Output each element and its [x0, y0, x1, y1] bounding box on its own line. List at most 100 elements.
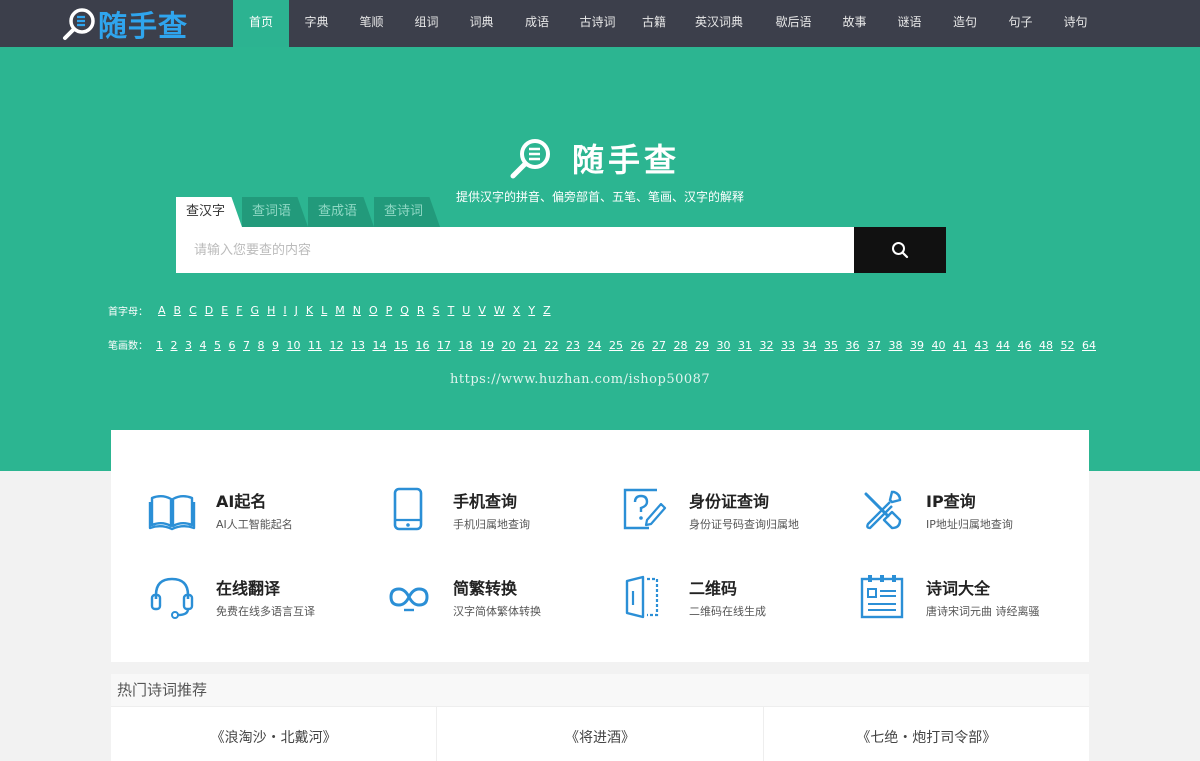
initial-letter-link[interactable]: V	[478, 304, 486, 317]
site-logo[interactable]: 随手查	[62, 6, 188, 43]
tab-ciyu[interactable]: 查词语	[242, 197, 308, 227]
tool-ai-naming[interactable]: AI起名 AI人工智能起名	[148, 486, 378, 546]
stroke-count-link[interactable]: 43	[975, 339, 989, 352]
stroke-count-link[interactable]: 38	[889, 339, 903, 352]
initial-letter-link[interactable]: J	[295, 304, 298, 317]
initial-letter-link[interactable]: L	[321, 304, 327, 317]
stroke-count-link[interactable]: 27	[652, 339, 666, 352]
initial-letter-link[interactable]: Q	[400, 304, 409, 317]
initial-letter-link[interactable]: P	[386, 304, 393, 317]
hot-poem-item[interactable]: 《浪淘沙・北戴河》	[111, 707, 438, 761]
stroke-count-link[interactable]: 46	[1018, 339, 1032, 352]
initial-letter-link[interactable]: F	[236, 304, 242, 317]
hot-poem-item[interactable]: 《将进酒》	[437, 707, 764, 761]
initial-letter-link[interactable]: X	[513, 304, 521, 317]
nav-item-yinghan-cidian[interactable]: 英汉词典	[678, 0, 760, 47]
stroke-count-link[interactable]: 20	[502, 339, 516, 352]
stroke-count-link[interactable]: 4	[200, 339, 207, 352]
nav-item-xiehouyu[interactable]: 歇后语	[760, 0, 827, 47]
nav-item-juzi[interactable]: 句子	[993, 0, 1048, 47]
nav-item-bishun[interactable]: 笔顺	[344, 0, 399, 47]
stroke-count-link[interactable]: 30	[717, 339, 731, 352]
tool-qrcode[interactable]: 二维码 二维码在线生成	[621, 573, 851, 633]
hot-poem-item[interactable]: 《七绝・炮打司令部》	[764, 707, 1089, 761]
nav-item-chengyu[interactable]: 成语	[509, 0, 565, 47]
stroke-count-link[interactable]: 10	[287, 339, 301, 352]
initial-letter-link[interactable]: U	[462, 304, 470, 317]
tab-hanzi[interactable]: 查汉字	[176, 197, 242, 227]
stroke-count-link[interactable]: 1	[156, 339, 163, 352]
initial-letter-link[interactable]: Z	[543, 304, 551, 317]
stroke-count-link[interactable]: 18	[459, 339, 473, 352]
initial-letter-link[interactable]: G	[251, 304, 260, 317]
stroke-count-link[interactable]: 64	[1082, 339, 1096, 352]
nav-item-gushici[interactable]: 古诗词	[565, 0, 630, 47]
tool-poetry-collection[interactable]: 诗词大全 唐诗宋词元曲 诗经离骚	[858, 573, 1088, 633]
stroke-count-link[interactable]: 25	[609, 339, 623, 352]
stroke-count-link[interactable]: 14	[373, 339, 387, 352]
stroke-count-link[interactable]: 15	[394, 339, 408, 352]
stroke-count-link[interactable]: 37	[867, 339, 881, 352]
search-button[interactable]	[854, 227, 946, 273]
nav-item-zuci[interactable]: 组词	[399, 0, 454, 47]
stroke-count-link[interactable]: 2	[171, 339, 178, 352]
initial-letter-link[interactable]: E	[221, 304, 228, 317]
tool-simp-trad-convert[interactable]: 简繁转换 汉字简体繁体转换	[385, 573, 615, 633]
initial-letter-link[interactable]: K	[306, 304, 313, 317]
stroke-count-link[interactable]: 6	[229, 339, 236, 352]
stroke-count-link[interactable]: 28	[674, 339, 688, 352]
stroke-count-link[interactable]: 3	[185, 339, 192, 352]
stroke-count-link[interactable]: 36	[846, 339, 860, 352]
initial-letter-link[interactable]: S	[433, 304, 440, 317]
stroke-count-link[interactable]: 19	[480, 339, 494, 352]
stroke-count-link[interactable]: 26	[631, 339, 645, 352]
tool-ip-lookup[interactable]: IP查询 IP地址归属地查询	[858, 486, 1088, 546]
initial-letter-link[interactable]: I	[283, 304, 286, 317]
initial-letter-link[interactable]: T	[448, 304, 455, 317]
tab-shici[interactable]: 查诗词	[374, 197, 440, 227]
initial-letter-link[interactable]: M	[335, 304, 345, 317]
stroke-count-link[interactable]: 41	[953, 339, 967, 352]
stroke-count-link[interactable]: 29	[695, 339, 709, 352]
tool-phone-lookup[interactable]: 手机查询 手机归属地查询	[385, 486, 615, 546]
nav-item-guji[interactable]: 古籍	[630, 0, 678, 47]
stroke-count-link[interactable]: 48	[1039, 339, 1053, 352]
stroke-count-link[interactable]: 22	[545, 339, 559, 352]
nav-item-gushi[interactable]: 故事	[827, 0, 882, 47]
initial-letter-link[interactable]: A	[158, 304, 166, 317]
initial-letter-link[interactable]: O	[369, 304, 378, 317]
stroke-count-link[interactable]: 33	[781, 339, 795, 352]
initial-letter-link[interactable]: R	[417, 304, 425, 317]
stroke-count-link[interactable]: 40	[932, 339, 946, 352]
stroke-count-link[interactable]: 11	[308, 339, 322, 352]
search-input[interactable]	[176, 227, 854, 273]
stroke-count-link[interactable]: 21	[523, 339, 537, 352]
stroke-count-link[interactable]: 24	[588, 339, 602, 352]
stroke-count-link[interactable]: 44	[996, 339, 1010, 352]
initial-letter-link[interactable]: Y	[528, 304, 535, 317]
stroke-count-link[interactable]: 13	[351, 339, 365, 352]
stroke-count-link[interactable]: 39	[910, 339, 924, 352]
initial-letter-link[interactable]: H	[267, 304, 275, 317]
stroke-count-link[interactable]: 16	[416, 339, 430, 352]
stroke-count-link[interactable]: 12	[330, 339, 344, 352]
stroke-count-link[interactable]: 32	[760, 339, 774, 352]
stroke-count-link[interactable]: 52	[1061, 339, 1075, 352]
stroke-count-link[interactable]: 31	[738, 339, 752, 352]
stroke-count-link[interactable]: 34	[803, 339, 817, 352]
stroke-count-link[interactable]: 7	[243, 339, 250, 352]
initial-letter-link[interactable]: B	[174, 304, 182, 317]
initial-letter-link[interactable]: C	[189, 304, 197, 317]
nav-item-shiju[interactable]: 诗句	[1048, 0, 1103, 47]
nav-item-zaoju[interactable]: 造句	[937, 0, 993, 47]
nav-item-home[interactable]: 首页	[233, 0, 289, 47]
initial-letter-link[interactable]: W	[494, 304, 505, 317]
nav-item-miyu[interactable]: 谜语	[882, 0, 937, 47]
initial-letter-link[interactable]: N	[353, 304, 361, 317]
stroke-count-link[interactable]: 9	[272, 339, 279, 352]
nav-item-zidian[interactable]: 字典	[289, 0, 344, 47]
stroke-count-link[interactable]: 17	[437, 339, 451, 352]
tab-chengyu[interactable]: 查成语	[308, 197, 374, 227]
stroke-count-link[interactable]: 8	[258, 339, 265, 352]
nav-item-cidian[interactable]: 词典	[454, 0, 509, 47]
